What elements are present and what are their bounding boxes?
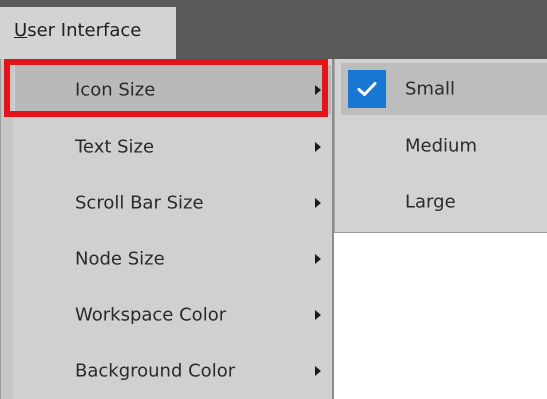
- menu-item-label: Icon Size: [75, 79, 156, 101]
- menu-mnemonic: U: [14, 20, 28, 41]
- submenu-item-small[interactable]: Small: [341, 63, 547, 115]
- chevron-right-icon: [315, 310, 321, 320]
- submenu-item-large[interactable]: Large: [341, 176, 547, 228]
- menu-item-text-size[interactable]: Text Size: [15, 122, 331, 172]
- chevron-right-icon: [315, 366, 321, 376]
- chevron-right-icon: [315, 85, 321, 95]
- menu-item-label: Node Size: [75, 248, 165, 270]
- submenu-item-label: Small: [405, 78, 455, 100]
- chevron-right-icon: [315, 198, 321, 208]
- menu-title-rest: ser Interface: [27, 20, 142, 41]
- menu-item-background-color[interactable]: Background Color: [15, 346, 331, 396]
- menu-item-icon-size[interactable]: Icon Size: [15, 65, 331, 115]
- user-interface-dropdown: Icon Size Text Size Scroll Bar Size Node…: [0, 59, 334, 399]
- chevron-right-icon: [315, 142, 321, 152]
- menu-item-scroll-bar-size[interactable]: Scroll Bar Size: [15, 178, 331, 228]
- chevron-right-icon: [315, 254, 321, 264]
- submenu-item-label: Large: [405, 191, 456, 213]
- menu-icon-gutter: [1, 59, 13, 399]
- menu-item-label: Workspace Color: [75, 304, 227, 326]
- menu-item-node-size[interactable]: Node Size: [15, 234, 331, 284]
- checkmark-icon: [348, 70, 386, 108]
- submenu-item-medium[interactable]: Medium: [341, 120, 547, 172]
- menu-item-label: Background Color: [75, 360, 236, 382]
- icon-size-submenu: Small Medium Large: [334, 59, 547, 233]
- menu-item-workspace-color[interactable]: Workspace Color: [15, 290, 331, 340]
- menu-item-label: Text Size: [75, 136, 155, 158]
- menu-user-interface[interactable]: User Interface: [0, 7, 176, 59]
- menu-bar: User Interface: [0, 0, 547, 59]
- submenu-item-label: Medium: [405, 135, 477, 157]
- menu-item-label: Scroll Bar Size: [75, 192, 204, 214]
